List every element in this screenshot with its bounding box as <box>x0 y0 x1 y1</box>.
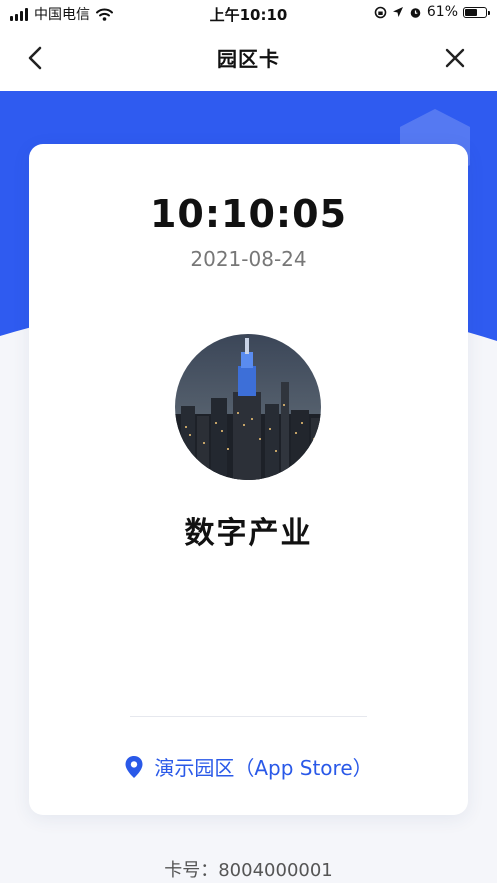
divider <box>130 716 367 717</box>
alarm-icon <box>410 7 421 18</box>
battery-icon <box>463 6 490 18</box>
card-date: 2021-08-24 <box>190 247 307 271</box>
map-pin-icon <box>125 755 143 778</box>
park-location-link[interactable]: 演示园区（App Store） <box>29 752 468 781</box>
screen-lock-icon <box>374 6 387 18</box>
location-label: 演示园区（App Store） <box>154 756 373 780</box>
card-time: 10:10:05 <box>149 192 348 236</box>
city-skyline-photo <box>175 334 321 480</box>
avatar <box>175 334 321 480</box>
status-bar: 中国电信 上午10:10 61% <box>0 0 497 26</box>
location-arrow-icon <box>392 7 403 17</box>
card-number: 卡号：8004000001 <box>164 860 333 881</box>
organization-name: 数字产业 <box>184 516 313 551</box>
nav-bar: 园区卡 <box>0 26 497 91</box>
close-icon <box>445 48 465 68</box>
park-card: 10:10:05 2021-08-24 数字产业 演示园区（App Store） <box>29 144 468 815</box>
battery-fill <box>465 8 478 16</box>
close-button[interactable] <box>443 46 467 70</box>
status-right: 61% <box>374 4 490 20</box>
battery-percent: 61% <box>426 4 458 20</box>
page-title: 园区卡 <box>217 47 280 71</box>
